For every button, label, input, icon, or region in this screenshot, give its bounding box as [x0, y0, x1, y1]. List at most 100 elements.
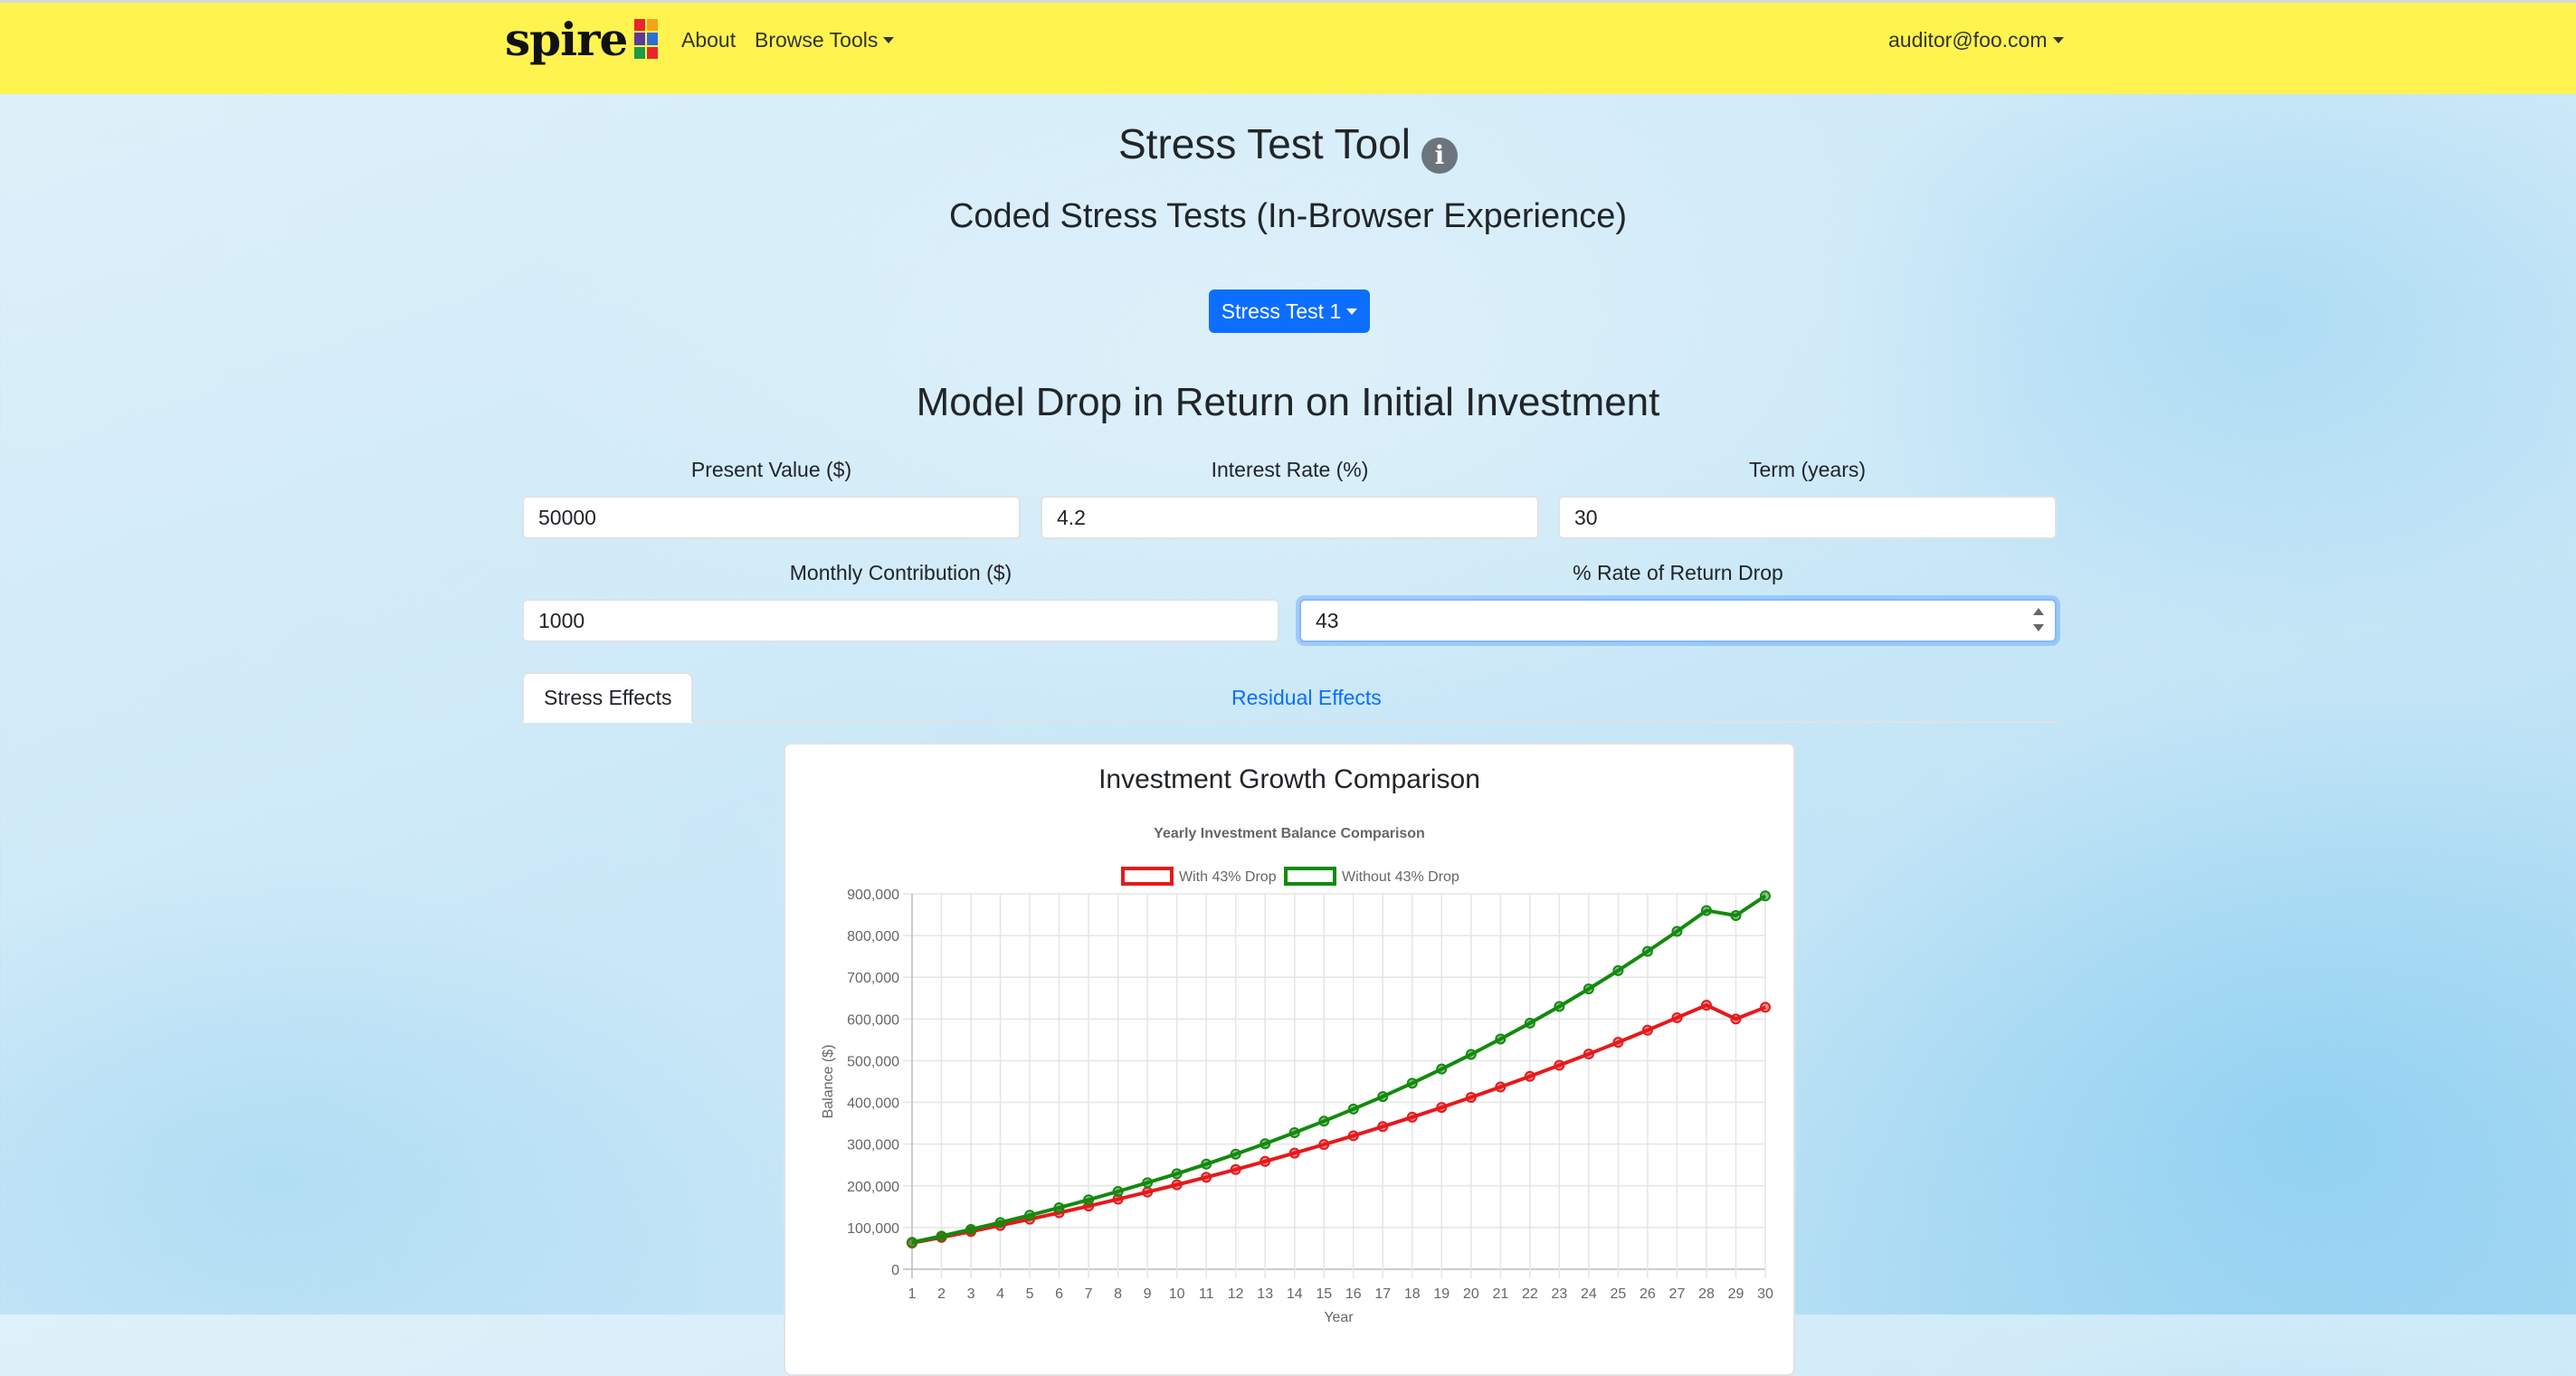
monthly-contribution-input[interactable]	[522, 599, 1279, 642]
data-point-1	[1288, 1126, 1300, 1138]
x-tick-label: 5	[1026, 1286, 1034, 1302]
rate-drop-number-field[interactable]	[1299, 599, 2057, 642]
x-tick-label: 30	[1757, 1286, 1773, 1302]
x-tick-label: 10	[1169, 1286, 1185, 1302]
y-tick-label: 0	[891, 1263, 899, 1278]
stress-test-dropdown-button[interactable]: Stress Test 1	[1209, 289, 1370, 333]
x-tick-label: 28	[1698, 1286, 1715, 1302]
nav-about-link[interactable]: About	[681, 28, 736, 52]
data-point-0	[1436, 1102, 1448, 1114]
y-tick-label: 200,000	[847, 1180, 899, 1195]
x-tick-label: 11	[1199, 1286, 1214, 1302]
spinner-up-icon[interactable]	[2033, 608, 2044, 615]
data-point-0	[1700, 1000, 1712, 1011]
interest-rate-input[interactable]	[1041, 496, 1539, 539]
data-point-0	[1142, 1186, 1154, 1198]
x-tick-label: 12	[1228, 1286, 1244, 1302]
top-navbar: spire About Browse Tools auditor@foo.com	[0, 0, 2576, 94]
data-point-0	[1612, 1037, 1624, 1049]
rate-drop-label: % Rate of Return Drop	[1573, 561, 1783, 584]
data-point-0	[1671, 1011, 1683, 1023]
data-point-1	[1377, 1091, 1389, 1103]
data-point-1	[1436, 1063, 1448, 1075]
x-tick-label: 2	[937, 1286, 946, 1302]
x-tick-label: 7	[1085, 1286, 1093, 1302]
chart-card: Investment Growth Comparison Yearly Inve…	[784, 743, 1795, 1376]
legend-swatch-0	[1121, 867, 1174, 886]
interest-rate-label: Interest Rate (%)	[1211, 458, 1369, 481]
data-point-1	[1024, 1210, 1036, 1221]
investment-growth-chart: Yearly Investment Balance Comparison With…	[821, 826, 1773, 1325]
chart-title: Yearly Investment Balance Comparison	[1154, 826, 1425, 841]
x-tick-label: 17	[1374, 1286, 1391, 1302]
data-point-0	[1377, 1121, 1389, 1133]
number-spinner[interactable]	[2033, 606, 2044, 633]
rate-drop-input[interactable]	[1299, 599, 2057, 642]
y-tick-label: 400,000	[847, 1096, 899, 1112]
x-tick-label: 21	[1492, 1286, 1508, 1302]
x-tick-label: 16	[1345, 1286, 1362, 1302]
data-point-1	[1142, 1177, 1154, 1189]
x-tick-label: 1	[908, 1286, 917, 1302]
tab-stress-effects[interactable]: Stress Effects	[522, 672, 694, 723]
section-title: Model Drop in Return on Initial Investme…	[916, 380, 1660, 424]
brand-logo[interactable]: spire	[505, 12, 659, 66]
page-subtitle: Coded Stress Tests (In-Browser Experienc…	[948, 197, 1628, 235]
data-point-1	[936, 1230, 947, 1242]
y-tick-label: 600,000	[847, 1012, 899, 1028]
x-tick-label: 4	[996, 1286, 1004, 1302]
x-tick-label: 8	[1114, 1286, 1122, 1302]
data-point-1	[994, 1217, 1006, 1229]
data-point-1	[1583, 983, 1594, 995]
info-icon[interactable]: i	[1421, 138, 1458, 174]
data-point-0	[1259, 1155, 1271, 1167]
data-point-1	[1700, 905, 1712, 916]
data-point-1	[965, 1223, 977, 1235]
tab-residual-effects[interactable]: Residual Effects	[1212, 672, 1402, 723]
legend-label-0: With 43% Drop	[1179, 869, 1277, 885]
x-tick-label: 9	[1144, 1286, 1152, 1302]
y-tick-label: 700,000	[847, 971, 899, 986]
data-point-1	[1730, 909, 1742, 921]
spinner-down-icon[interactable]	[2033, 624, 2044, 631]
series-line-0	[911, 1003, 1766, 1245]
data-point-1	[1465, 1049, 1477, 1060]
data-point-0	[1406, 1111, 1418, 1123]
x-tick-label: 20	[1463, 1286, 1479, 1302]
x-tick-label: 6	[1055, 1286, 1063, 1302]
data-point-1	[1495, 1033, 1507, 1045]
x-tick-label: 22	[1522, 1286, 1538, 1302]
present-value-input[interactable]	[522, 496, 1021, 539]
spire-mark-icon	[634, 19, 659, 59]
data-point-0	[1760, 1001, 1771, 1013]
brand-name: spire	[505, 12, 628, 66]
data-point-0	[1230, 1163, 1241, 1175]
data-point-0	[1201, 1172, 1212, 1183]
y-tick-label: 900,000	[847, 887, 899, 903]
data-point-0	[1524, 1070, 1535, 1082]
nav-browse-tools-dropdown[interactable]: Browse Tools	[755, 28, 894, 52]
page-title-text: Stress Test Tool	[1117, 120, 1411, 167]
nav-browse-tools-label: Browse Tools	[755, 28, 879, 52]
result-tabs: Stress Effects Residual Effects	[522, 672, 2058, 723]
data-point-1	[1083, 1194, 1095, 1206]
data-point-1	[1641, 945, 1653, 957]
data-point-0	[1347, 1130, 1359, 1142]
y-axis-label: Balance ($)	[821, 1045, 836, 1119]
term-input[interactable]	[1558, 496, 2057, 539]
user-menu-dropdown[interactable]: auditor@foo.com	[1888, 28, 2064, 52]
y-tick-label: 300,000	[847, 1138, 899, 1153]
x-axis-label: Year	[1324, 1310, 1354, 1325]
data-point-1	[1760, 890, 1771, 902]
x-tick-label: 27	[1669, 1286, 1686, 1302]
monthly-contribution-label: Monthly Contribution ($)	[789, 561, 1012, 584]
x-tick-label: 13	[1257, 1286, 1273, 1302]
legend-swatch-1	[1284, 867, 1336, 886]
data-point-1	[1612, 964, 1624, 976]
present-value-label: Present Value ($)	[690, 458, 852, 481]
data-point-1	[1201, 1158, 1212, 1170]
stress-test-dropdown-label: Stress Test 1	[1221, 299, 1342, 323]
page-title: Stress Test Tool i	[0, 119, 2576, 174]
x-tick-label: 25	[1611, 1286, 1627, 1302]
x-tick-label: 14	[1287, 1286, 1303, 1302]
